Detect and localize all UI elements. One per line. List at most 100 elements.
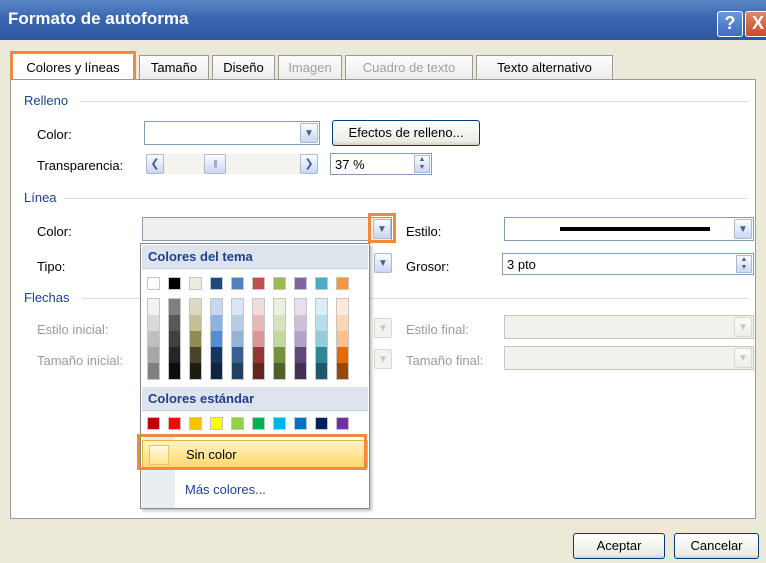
standard-color-swatch[interactable] xyxy=(315,417,328,430)
theme-shade-swatch[interactable] xyxy=(253,347,264,363)
slider-thumb[interactable]: ||| xyxy=(204,154,226,174)
transparency-spinner[interactable]: 37 % ▲ ▼ xyxy=(330,153,432,175)
line-color-combo[interactable] xyxy=(142,217,392,241)
theme-shade-swatch[interactable] xyxy=(169,299,180,315)
theme-color-swatch[interactable] xyxy=(210,277,223,290)
theme-color-swatch[interactable] xyxy=(336,277,349,290)
spin-updown-icon[interactable]: ▲ ▼ xyxy=(736,255,752,273)
theme-shade-swatch[interactable] xyxy=(211,299,222,315)
theme-color-swatch[interactable] xyxy=(294,277,307,290)
theme-shade-swatch[interactable] xyxy=(337,315,348,331)
theme-shade-swatch[interactable] xyxy=(232,363,243,379)
theme-shade-swatch[interactable] xyxy=(232,331,243,347)
chevron-down-icon[interactable]: ▼ xyxy=(300,123,318,143)
theme-shade-swatch[interactable] xyxy=(295,331,306,347)
theme-shade-swatch[interactable] xyxy=(190,331,201,347)
theme-shade-swatch[interactable] xyxy=(337,299,348,315)
theme-shade-swatch[interactable] xyxy=(232,315,243,331)
theme-color-swatch[interactable] xyxy=(231,277,244,290)
theme-shade-swatch[interactable] xyxy=(253,299,264,315)
theme-shade-swatch[interactable] xyxy=(211,347,222,363)
tab-diseno[interactable]: Diseño xyxy=(212,55,275,79)
theme-shade-column xyxy=(294,298,307,380)
theme-color-swatch[interactable] xyxy=(147,277,160,290)
theme-shade-swatch[interactable] xyxy=(253,363,264,379)
theme-color-swatch[interactable] xyxy=(168,277,181,290)
theme-shade-swatch[interactable] xyxy=(190,347,201,363)
more-colors-item[interactable]: Más colores... xyxy=(142,476,368,504)
scroll-left-icon[interactable]: ❮ xyxy=(146,154,164,174)
tab-colores-y-lineas[interactable]: Colores y líneas xyxy=(10,51,136,79)
theme-shade-swatch[interactable] xyxy=(169,315,180,331)
theme-shade-swatch[interactable] xyxy=(232,347,243,363)
theme-shade-swatch[interactable] xyxy=(148,363,159,379)
theme-shade-swatch[interactable] xyxy=(316,363,327,379)
standard-color-swatch[interactable] xyxy=(147,417,160,430)
close-button[interactable]: X xyxy=(745,11,766,37)
fill-color-combo[interactable]: ▼ xyxy=(144,121,320,145)
theme-shade-swatch[interactable] xyxy=(211,363,222,379)
help-button[interactable]: ? xyxy=(717,11,743,37)
more-colors-label: Más colores... xyxy=(185,482,266,497)
ok-button[interactable]: Aceptar xyxy=(573,533,665,559)
theme-shade-swatch[interactable] xyxy=(337,363,348,379)
theme-shade-swatch[interactable] xyxy=(148,347,159,363)
scroll-right-icon[interactable]: ❯ xyxy=(300,154,318,174)
theme-shade-swatch[interactable] xyxy=(274,331,285,347)
standard-color-swatch[interactable] xyxy=(273,417,286,430)
theme-shade-swatch[interactable] xyxy=(295,299,306,315)
theme-color-swatch[interactable] xyxy=(315,277,328,290)
theme-shade-column xyxy=(336,298,349,380)
theme-shade-swatch[interactable] xyxy=(211,331,222,347)
standard-color-swatch[interactable] xyxy=(210,417,223,430)
theme-shade-swatch[interactable] xyxy=(337,331,348,347)
fill-effects-button[interactable]: Efectos de relleno... xyxy=(332,120,480,146)
theme-shade-swatch[interactable] xyxy=(274,315,285,331)
standard-color-swatch[interactable] xyxy=(252,417,265,430)
theme-shade-swatch[interactable] xyxy=(169,331,180,347)
theme-shade-swatch[interactable] xyxy=(295,315,306,331)
theme-shade-swatch[interactable] xyxy=(190,299,201,315)
standard-color-swatch[interactable] xyxy=(168,417,181,430)
theme-color-swatch[interactable] xyxy=(189,277,202,290)
theme-shade-swatch[interactable] xyxy=(169,347,180,363)
cancel-button[interactable]: Cancelar xyxy=(674,533,759,559)
theme-shade-swatch[interactable] xyxy=(295,363,306,379)
theme-shade-swatch[interactable] xyxy=(211,315,222,331)
line-style-preview xyxy=(560,227,710,231)
theme-shade-swatch[interactable] xyxy=(232,299,243,315)
theme-shade-swatch[interactable] xyxy=(190,363,201,379)
standard-color-swatch[interactable] xyxy=(189,417,202,430)
theme-color-swatch[interactable] xyxy=(252,277,265,290)
theme-shade-swatch[interactable] xyxy=(253,331,264,347)
theme-shade-swatch[interactable] xyxy=(274,299,285,315)
theme-shade-swatch[interactable] xyxy=(148,315,159,331)
chevron-down-icon[interactable]: ▼ xyxy=(373,219,391,239)
theme-shade-swatch[interactable] xyxy=(148,331,159,347)
chevron-down-icon: ▼ xyxy=(374,318,392,338)
transparency-slider[interactable]: ❮ ||| ❯ xyxy=(146,154,318,174)
theme-shade-swatch[interactable] xyxy=(169,363,180,379)
theme-shade-swatch[interactable] xyxy=(295,347,306,363)
line-weight-spinner[interactable]: 3 pto ▲ ▼ xyxy=(502,253,754,275)
theme-shade-swatch[interactable] xyxy=(316,331,327,347)
tab-texto-alternativo[interactable]: Texto alternativo xyxy=(476,55,613,79)
theme-shade-swatch[interactable] xyxy=(253,315,264,331)
theme-shade-swatch[interactable] xyxy=(316,347,327,363)
theme-shade-swatch[interactable] xyxy=(274,363,285,379)
standard-color-swatch[interactable] xyxy=(294,417,307,430)
tab-tamano[interactable]: Tamaño xyxy=(139,55,209,79)
theme-shade-swatch[interactable] xyxy=(316,315,327,331)
chevron-down-icon[interactable]: ▼ xyxy=(734,219,752,239)
standard-color-swatch[interactable] xyxy=(231,417,244,430)
theme-shade-swatch[interactable] xyxy=(337,347,348,363)
theme-color-swatch[interactable] xyxy=(273,277,286,290)
theme-shade-swatch[interactable] xyxy=(274,347,285,363)
theme-shade-swatch[interactable] xyxy=(316,299,327,315)
theme-colors-header: Colores del tema xyxy=(142,245,368,269)
spin-updown-icon[interactable]: ▲ ▼ xyxy=(414,155,430,173)
theme-shade-swatch[interactable] xyxy=(190,315,201,331)
standard-color-swatch[interactable] xyxy=(336,417,349,430)
chevron-down-icon[interactable]: ▼ xyxy=(374,253,392,273)
theme-shade-swatch[interactable] xyxy=(148,299,159,315)
